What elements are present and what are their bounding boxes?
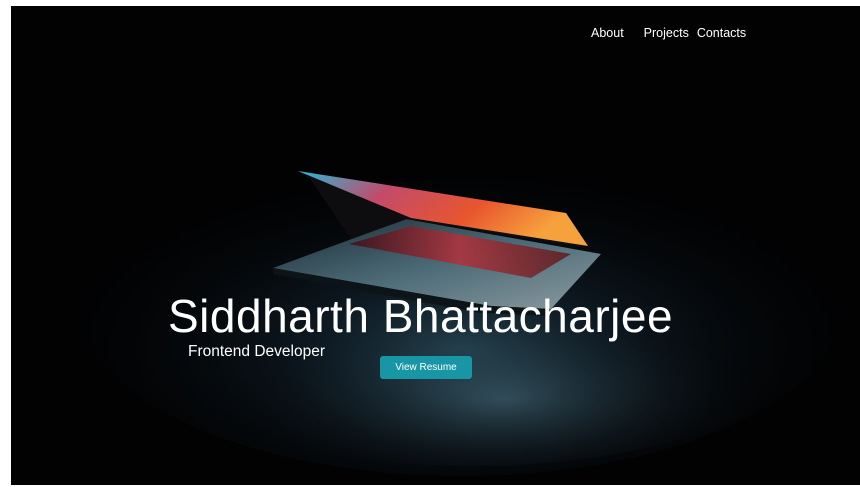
nav-link-about[interactable]: About [591,26,624,40]
hero-section: About Projects Contacts Siddharth Bhatta… [11,6,860,485]
top-nav: About Projects Contacts [591,26,746,40]
view-resume-button[interactable]: View Resume [380,356,472,379]
nav-link-contacts[interactable]: Contacts [697,26,746,40]
nav-link-projects[interactable]: Projects [644,26,689,40]
hero-role-subtitle: Frontend Developer [188,343,325,360]
laptop-background-image [11,6,860,485]
hero-name-heading: Siddharth Bhattacharjee [168,290,674,342]
